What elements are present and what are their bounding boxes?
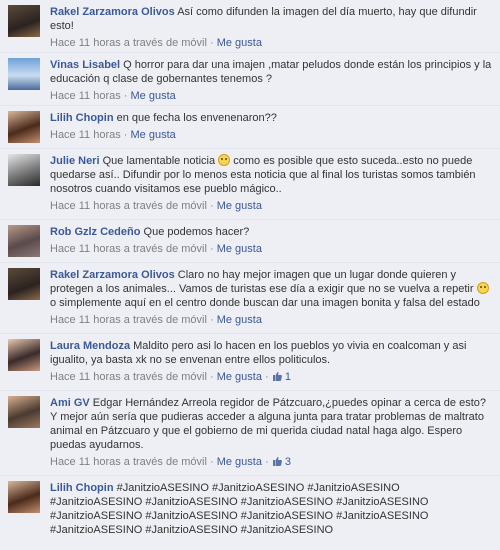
comment-meta: Hace 11 horas a través de móvil · Me gus… bbox=[50, 243, 262, 255]
timestamp[interactable]: Hace 11 horas a través de móvil bbox=[50, 200, 207, 212]
thumbs-up-icon bbox=[272, 457, 282, 466]
thumbs-up-icon bbox=[272, 372, 282, 381]
author-link[interactable]: Rakel Zarzamora Olivos bbox=[50, 269, 175, 281]
avatar[interactable] bbox=[8, 339, 40, 371]
like-link[interactable]: Me gusta bbox=[217, 371, 262, 383]
like-link[interactable]: Me gusta bbox=[131, 90, 176, 102]
like-link[interactable]: Me gusta bbox=[217, 456, 262, 468]
comment-meta: Hace 11 horas a través de móvil · Me gus… bbox=[50, 371, 291, 383]
timestamp[interactable]: Hace 11 horas a través de móvil bbox=[50, 371, 207, 383]
comment: Lilih Chopin en que fecha los envenenaro… bbox=[0, 106, 500, 149]
timestamp[interactable]: Hace 11 horas bbox=[50, 129, 121, 141]
avatar[interactable] bbox=[8, 268, 40, 300]
comment-body: Laura Mendoza Maldito pero asi lo hacen … bbox=[50, 339, 494, 367]
like-link[interactable]: Me gusta bbox=[131, 129, 176, 141]
comment: Ami GV Edgar Hernández Arreola regidor d… bbox=[0, 391, 500, 476]
timestamp[interactable]: Hace 11 horas a través de móvil bbox=[50, 37, 207, 49]
avatar[interactable] bbox=[8, 111, 40, 143]
comment-text: Que podemos hacer? bbox=[143, 226, 250, 238]
author-link[interactable]: Vinas Lisabel bbox=[50, 59, 120, 71]
comment: Julie Neri Que lamentable noticia como e… bbox=[0, 149, 500, 220]
like-link[interactable]: Me gusta bbox=[217, 314, 262, 326]
like-count-value: 3 bbox=[284, 456, 291, 468]
comment-body: Julie Neri Que lamentable noticia como e… bbox=[50, 154, 494, 196]
avatar[interactable] bbox=[8, 396, 40, 428]
avatar[interactable] bbox=[8, 154, 40, 186]
timestamp[interactable]: Hace 11 horas a través de móvil bbox=[50, 314, 207, 326]
comment-body: Rakel Zarzamora Olivos Así como difunden… bbox=[50, 5, 494, 33]
author-link[interactable]: Lilih Chopin bbox=[50, 112, 114, 124]
comment: Rob Gzlz Cedeño Que podemos hacer? Hace … bbox=[0, 220, 500, 263]
comment-meta: Hace 11 horas a través de móvil · Me gus… bbox=[50, 456, 291, 468]
like-link[interactable]: Me gusta bbox=[217, 37, 262, 49]
comment-text: en que fecha los envenenaron?? bbox=[116, 112, 277, 124]
comment-body: Vinas Lisabel Q horror para dar una imaj… bbox=[50, 58, 494, 86]
like-count[interactable]: 1 bbox=[272, 371, 291, 383]
comment-body: Ami GV Edgar Hernández Arreola regidor d… bbox=[50, 396, 494, 452]
comment-meta: Hace 11 horas a través de móvil · Me gus… bbox=[50, 314, 262, 326]
timestamp[interactable]: Hace 11 horas a través de móvil bbox=[50, 456, 207, 468]
timestamp[interactable]: Hace 11 horas a través de móvil bbox=[50, 243, 207, 255]
comment-meta: Hace 11 horas · Me gusta bbox=[50, 129, 176, 141]
comment: Lilih Chopin #JanitzioASESINO #JanitzioA… bbox=[0, 476, 500, 550]
avatar[interactable] bbox=[8, 5, 40, 37]
frown-emoticon-icon bbox=[476, 282, 489, 294]
comment-body: Lilih Chopin #JanitzioASESINO #JanitzioA… bbox=[50, 481, 494, 537]
comment-meta: Hace 11 horas a través de móvil · Me gus… bbox=[50, 200, 262, 212]
like-count-value: 1 bbox=[284, 371, 291, 383]
author-link[interactable]: Julie Neri bbox=[50, 155, 100, 167]
comment-meta: Hace 11 horas · Me gusta bbox=[50, 90, 176, 102]
author-link[interactable]: Rob Gzlz Cedeño bbox=[50, 226, 140, 238]
comment: Rakel Zarzamora Olivos Así como difunden… bbox=[0, 0, 500, 53]
comment-body: Rob Gzlz Cedeño Que podemos hacer? bbox=[50, 225, 494, 239]
comment: Laura Mendoza Maldito pero asi lo hacen … bbox=[0, 334, 500, 391]
comment-meta: Hace 11 horas a través de móvil · Me gus… bbox=[50, 37, 262, 49]
avatar[interactable] bbox=[8, 481, 40, 513]
author-link[interactable]: Lilih Chopin bbox=[50, 482, 114, 494]
comment-body: Lilih Chopin en que fecha los envenenaro… bbox=[50, 111, 494, 125]
avatar[interactable] bbox=[8, 58, 40, 90]
comment-list: Rakel Zarzamora Olivos Así como difunden… bbox=[0, 0, 500, 550]
comment: Vinas Lisabel Q horror para dar una imaj… bbox=[0, 53, 500, 106]
comment-text: o simplemente aquí en el centro donde bu… bbox=[50, 297, 480, 309]
author-link[interactable]: Laura Mendoza bbox=[50, 340, 130, 352]
timestamp[interactable]: Hace 11 horas bbox=[50, 90, 121, 102]
author-link[interactable]: Ami GV bbox=[50, 397, 90, 409]
comment-text: Que lamentable noticia bbox=[102, 155, 216, 167]
avatar[interactable] bbox=[8, 225, 40, 257]
like-link[interactable]: Me gusta bbox=[217, 243, 262, 255]
author-link[interactable]: Rakel Zarzamora Olivos bbox=[50, 6, 175, 18]
like-count[interactable]: 3 bbox=[272, 456, 291, 468]
frown-emoticon-icon bbox=[218, 154, 231, 166]
comment-text: Edgar Hernández Arreola regidor de Pátzc… bbox=[50, 397, 486, 451]
comment-body: Rakel Zarzamora Olivos Claro no hay mejo… bbox=[50, 268, 494, 310]
comment: Rakel Zarzamora Olivos Claro no hay mejo… bbox=[0, 263, 500, 334]
like-link[interactable]: Me gusta bbox=[217, 200, 262, 212]
